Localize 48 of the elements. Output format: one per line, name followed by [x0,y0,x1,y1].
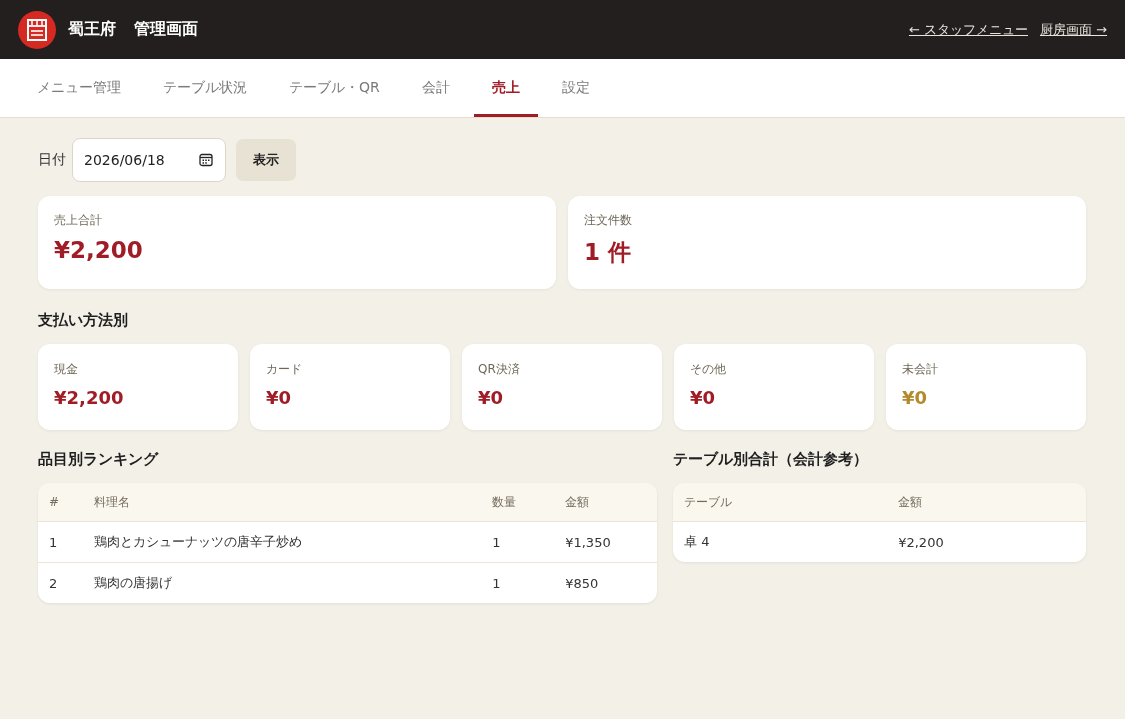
seal-logo-icon [18,10,56,49]
card-value: ¥0 [902,387,928,408]
table-cell: 1 [492,534,501,550]
section-heading: 品目別ランキング [38,450,160,469]
nav-tab[interactable]: 会計 [403,59,468,117]
card-label: その他 [690,361,726,378]
column-header: 料理名 [94,493,130,511]
nav-tab[interactable]: 設定 [543,59,608,117]
table-cell: 鶏肉の唐揚げ [94,574,172,592]
table-cell: 鶏肉とカシューナッツの唐辛子炒め [94,533,302,551]
card-value: ¥2,200 [54,387,124,408]
section-heading: テーブル別合計（会計参考） [673,450,870,469]
card-label: 注文件数 [584,212,632,229]
section-heading: 支払い方法別 [38,311,129,330]
header-link[interactable]: 厨房画面 → [1039,20,1107,39]
date-label: 日付 [38,151,66,169]
card-value: ¥0 [266,387,292,408]
nav-tab[interactable]: テーブル状況 [145,59,265,117]
show-button[interactable]: 表示 [236,139,296,181]
card-label: 売上合計 [54,212,102,229]
brand-name: 蜀王府 [68,19,116,40]
nav-tab[interactable]: メニュー管理 [19,59,139,117]
calendar-icon[interactable] [199,153,213,167]
page-title: 管理画面 [134,19,198,40]
table-cell: 2 [49,575,58,591]
table-cell: ¥1,350 [565,534,611,550]
column-header: 金額 [565,493,590,511]
nav-tab[interactable]: テーブル・QR [271,59,398,117]
column-header: 金額 [898,493,923,511]
column-header: # [49,495,60,509]
table-cell: ¥2,200 [898,534,944,550]
column-header: テーブル [684,493,733,511]
card-value: ¥0 [478,387,504,408]
column-header: 数量 [492,493,517,511]
table-cell: 卓 4 [684,533,710,551]
card-label: QR決済 [478,361,520,378]
card-value: ¥2,200 [54,237,143,263]
card-value: 1 件 [584,238,631,267]
nav-tab[interactable]: 売上 [473,59,538,117]
card-label: 現金 [54,361,78,378]
card-value: ¥0 [690,387,716,408]
card-label: 未会計 [902,361,938,378]
card-label: カード [266,361,302,378]
table-cell: ¥850 [565,575,599,591]
header-link[interactable]: ← スタッフメニュー [908,20,1028,39]
date-input-field[interactable]: 2026/06/18 [72,138,226,182]
table-cell: 1 [492,575,501,591]
table-cell: 1 [49,534,58,550]
